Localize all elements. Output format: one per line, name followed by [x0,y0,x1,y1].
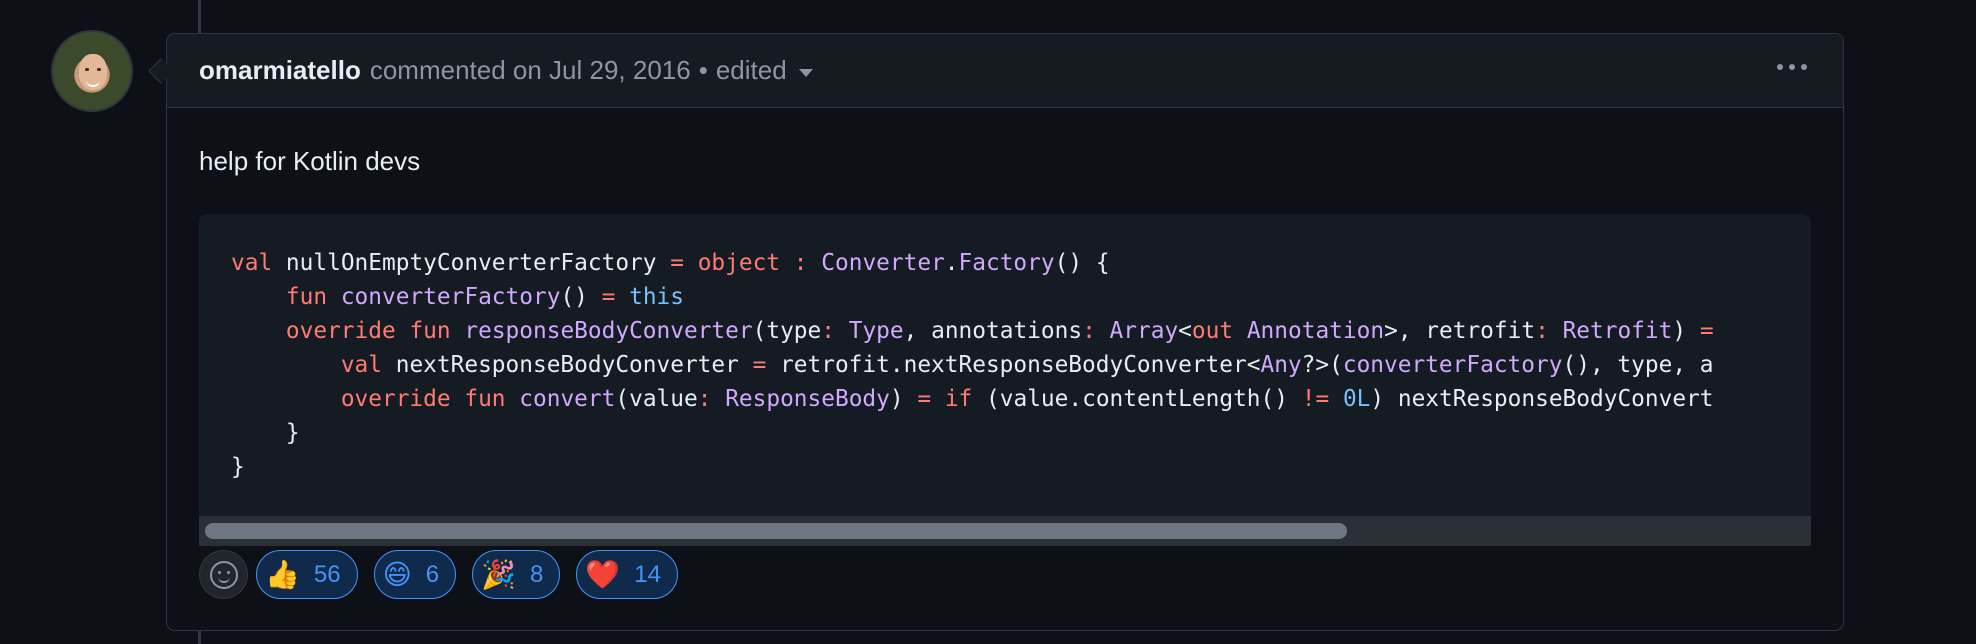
reaction-count: 14 [634,560,661,588]
reaction-count: 6 [425,560,440,588]
code-content: val nullOnEmptyConverterFactory = object… [231,246,1714,484]
red-heart-icon: ❤️ [585,557,621,591]
avatar-eye [85,68,89,71]
reaction-count: 8 [530,560,544,588]
grinning-face-icon: 😄 [382,557,412,591]
edited-label: edited [715,55,787,85]
edited-dropdown[interactable]: edited [716,55,813,86]
horizontal-scrollbar[interactable] [199,516,1811,546]
reaction-heart[interactable]: ❤️ 14 [576,550,678,599]
caret-down-icon [798,68,813,77]
code-line: fun converterFactory() = this [285,284,685,310]
comment-header: omarmiatello commented on Jul 29, 2016 •… [167,34,1843,108]
code-line: } [231,454,245,480]
comment-card: omarmiatello commented on Jul 29, 2016 •… [166,33,1844,631]
code-line: val nextResponseBodyConverter = retrofit… [340,352,1714,378]
reaction-hooray[interactable]: 🎉 8 [472,550,561,599]
add-reaction-button[interactable] [199,550,248,599]
avatar-eye [97,68,101,71]
code-line: override fun convert(value: ResponseBody… [340,386,1714,412]
author-avatar[interactable] [51,30,133,112]
code-line: } [285,420,300,446]
reaction-thumbs-up[interactable]: 👍 56 [256,550,358,599]
comment-timestamp[interactable]: commented on Jul 29, 2016 [370,55,691,86]
smiley-icon [209,560,238,589]
comment-author-link[interactable]: omarmiatello [199,55,361,86]
meta-separator: • [698,55,708,85]
comment-body-text: help for Kotlin devs [199,146,421,176]
party-popper-icon: 🎉 [481,557,517,591]
code-block: val nullOnEmptyConverterFactory = object… [199,214,1811,546]
kebab-menu-icon[interactable] [1777,64,1807,70]
reactions-bar: 👍 56 😄 6 🎉 8 ❤️ 14 [199,550,678,599]
reaction-count: 56 [313,560,341,588]
scrollbar-thumb[interactable] [205,523,1347,539]
thumbs-up-icon: 👍 [265,557,300,591]
code-line: val nullOnEmptyConverterFactory = object… [231,250,1110,276]
code-line: override fun responseBodyConverter(type:… [285,318,1714,344]
reaction-laugh[interactable]: 😄 6 [373,550,457,599]
